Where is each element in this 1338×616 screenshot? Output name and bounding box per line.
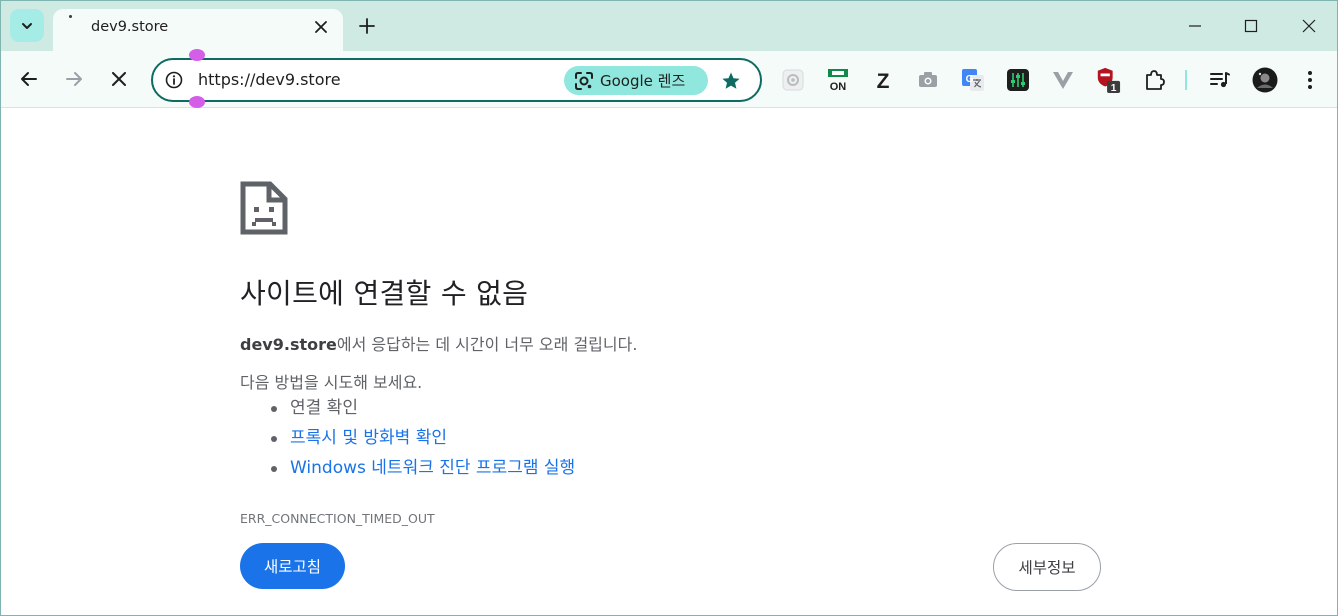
error-heading: 사이트에 연결할 수 없음	[240, 277, 529, 310]
extension-gear[interactable]	[780, 67, 806, 93]
back-button[interactable]	[16, 66, 42, 92]
error-detail-text: 에서 응답하는 데 시간이 너무 오래 걸립니다.	[336, 335, 638, 354]
extension-google-translate[interactable]: G	[960, 67, 986, 93]
suggestion-check-connection: 연결 확인	[270, 397, 575, 427]
info-icon	[165, 71, 183, 89]
reload-button[interactable]: 새로고침	[240, 543, 345, 589]
extension-on[interactable]: ON	[825, 67, 851, 93]
bookmark-button[interactable]	[719, 69, 743, 93]
puzzle-icon	[1146, 70, 1165, 90]
chevron-down-icon	[22, 22, 32, 29]
extension-v[interactable]	[1050, 67, 1076, 93]
tab-close-button[interactable]	[311, 17, 331, 37]
forward-button[interactable]	[61, 66, 87, 92]
text-caret-bottom-marker	[189, 96, 205, 108]
suggestions-list: 연결 확인 프록시 및 방화벽 확인 Windows 네트워크 진단 프로그램 …	[270, 397, 575, 487]
suggestion-check-proxy-firewall-link[interactable]: 프록시 및 방화벽 확인	[270, 427, 575, 457]
lens-label: Google 렌즈	[600, 72, 686, 90]
text-caret-top-marker	[189, 49, 205, 61]
new-tab-button[interactable]	[355, 14, 379, 38]
close-icon	[1302, 19, 1316, 33]
maximize-button[interactable]	[1239, 14, 1263, 38]
star-icon	[722, 72, 740, 89]
toolbar: https://dev9.store Google 렌즈 ON Z G 1	[1, 49, 1337, 108]
window-close-button[interactable]	[1297, 14, 1321, 38]
close-icon	[315, 21, 327, 33]
svg-text:G: G	[966, 74, 974, 85]
address-bar[interactable]: https://dev9.store Google 렌즈	[151, 58, 762, 102]
error-detail: dev9.store에서 응답하는 데 시간이 너무 오래 걸립니다.	[240, 331, 637, 355]
browser-window: dev9.store https://dev9.store Google 렌즈 …	[0, 0, 1338, 616]
gear-icon	[782, 69, 804, 91]
tab-loading-icon	[69, 15, 72, 18]
profile-button[interactable]	[1252, 67, 1278, 93]
more-vertical-icon	[1308, 71, 1312, 89]
music-queue-icon	[1210, 72, 1230, 88]
z-label: Z	[877, 70, 890, 92]
stop-button[interactable]	[106, 66, 132, 92]
arrow-left-icon	[21, 72, 37, 86]
extension-shield[interactable]: 1	[1095, 67, 1121, 94]
chrome-menu-button[interactable]	[1297, 67, 1323, 93]
suggestions-intro: 다음 방법을 시도해 보세요.	[240, 373, 423, 392]
minimize-button[interactable]	[1183, 14, 1207, 38]
maximize-icon	[1244, 19, 1258, 33]
toolbar-separator	[1185, 70, 1187, 90]
v-shape-icon	[1053, 72, 1073, 89]
error-page: 사이트에 연결할 수 없음 dev9.store에서 응답하는 데 시간이 너무…	[1, 109, 1337, 615]
active-tab[interactable]: dev9.store	[53, 9, 343, 51]
media-control-button[interactable]	[1207, 67, 1233, 93]
lens-icon	[575, 71, 593, 90]
z-letter-icon: Z	[877, 70, 890, 92]
extension-camera[interactable]	[915, 67, 941, 93]
site-info-button[interactable]	[165, 71, 183, 89]
equalizer-icon	[1007, 69, 1029, 91]
tab-search-button[interactable]	[10, 9, 44, 42]
sad-page-icon	[240, 181, 288, 235]
extension-z[interactable]: Z	[870, 67, 896, 93]
extension-equalizer[interactable]	[1005, 67, 1031, 93]
google-lens-button[interactable]: Google 렌즈	[564, 66, 708, 95]
suggestion-run-network-diagnostics-link[interactable]: Windows 네트워크 진단 프로그램 실행	[270, 457, 575, 487]
extensions-menu-button[interactable]	[1141, 67, 1167, 93]
avatar	[1252, 67, 1278, 93]
tab-strip: dev9.store	[1, 1, 1337, 51]
error-domain: dev9.store	[240, 335, 337, 354]
shield-icon: 1	[1097, 67, 1121, 94]
minimize-icon	[1189, 25, 1201, 27]
url-text[interactable]: https://dev9.store	[198, 70, 341, 89]
camera-icon	[919, 72, 937, 87]
error-code: ERR_CONNECTION_TIMED_OUT	[240, 511, 435, 526]
on-label: ON	[830, 81, 847, 93]
on-toggle-icon: ON	[828, 69, 848, 93]
extension-badge-count: 1	[1111, 83, 1117, 94]
translate-icon: G	[962, 69, 984, 91]
arrow-right-icon	[66, 72, 82, 86]
plus-icon	[359, 18, 375, 34]
close-icon	[112, 72, 126, 86]
details-button[interactable]: 세부정보	[993, 543, 1101, 591]
tab-title: dev9.store	[91, 19, 169, 35]
